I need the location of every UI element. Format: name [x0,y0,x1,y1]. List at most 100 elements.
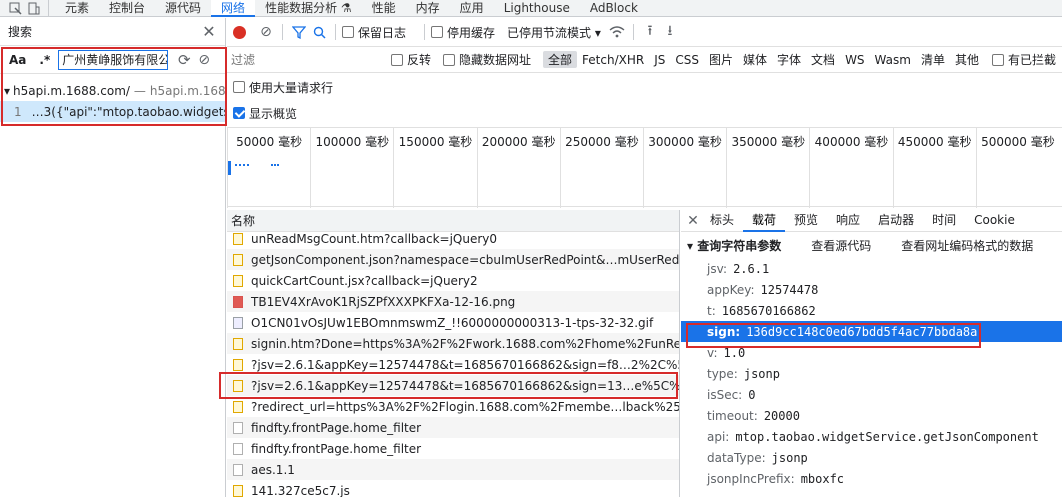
detail-tab-6[interactable]: Cookie [965,210,1024,232]
highlight-box-sign [686,323,981,348]
search-header: 搜索 ✕ [0,18,225,46]
top-tab-3[interactable]: 网络 [211,0,256,17]
record-button[interactable] [233,25,246,39]
network-conditions-icon[interactable] [607,22,627,42]
type-filter-0[interactable]: 全部 [543,51,578,68]
param-value: jsonp [743,366,780,381]
invert-label: 反转 [407,53,432,67]
query-params-header: ▾ 查询字符串参数 查看源代码 查看网址编码格式的数据 [681,232,1062,258]
type-filter-9[interactable]: Wasm [870,53,916,67]
type-filter-10[interactable]: 清单 [916,51,950,68]
request-row[interactable]: findfty.frontPage.home_filter [227,417,679,438]
throttle-select[interactable]: 已停用节流模式 ▾ [507,24,601,41]
top-tab-7[interactable]: 应用 [450,0,494,17]
param-key: dataType: [707,450,766,465]
request-row[interactable]: getJsonComponent.json?namespace=cbuImUse… [227,249,679,270]
detail-tab-4[interactable]: 启动器 [869,210,923,232]
show-overview-checkbox[interactable]: 显示概览 [233,105,297,122]
device-toolbar-icon[interactable] [24,0,42,16]
highlight-box-search [1,47,227,126]
type-filter-8[interactable]: WS [840,53,869,67]
type-filter-6[interactable]: 字体 [772,51,806,68]
timeline-tick: 500000 毫秒 [975,128,1059,208]
preserve-log-checkbox[interactable]: 保留日志 [342,24,406,41]
detail-tabs: ✕ 标头 载荷 预览 响应 启动器 时间 Cookie [681,210,1062,232]
top-tab-4[interactable]: 性能数据分析 ⚗ [255,0,362,17]
request-name: quickCartCount.jsx?callback=jQuery2 [251,273,478,288]
type-filter-7[interactable]: 文档 [806,51,840,68]
type-filter-11[interactable]: 其他 [950,51,984,68]
request-row[interactable]: O1CN01vOsJUw1EBOmnmswmZ_!!6000000000313-… [227,312,679,333]
filter-input[interactable] [231,49,381,70]
blocked-label: 有已拦截 [1007,53,1056,67]
option-row-big-rows: 使用大量请求行 [227,74,1062,100]
request-row[interactable]: findfty.frontPage.home_filter [227,438,679,459]
top-tab-6[interactable]: 内存 [406,0,450,17]
preserve-log-label: 保留日志 [358,25,407,40]
close-icon[interactable]: ✕ [199,22,219,42]
big-request-rows-checkbox[interactable]: 使用大量请求行 [233,79,333,96]
view-encoded-link[interactable]: 查看网址编码格式的数据 [901,237,1033,254]
top-tab-0[interactable]: 元素 [55,0,99,17]
disable-cache-checkbox[interactable]: 停用缓存 [431,24,495,41]
query-param-row[interactable]: t: 1685670166862 [681,300,1062,321]
request-row[interactable]: unReadMsgCount.htm?callback=jQuery0 [227,228,679,249]
type-filter-5[interactable]: 媒体 [738,51,772,68]
query-param-row[interactable]: timeout: 20000 [681,405,1062,426]
filter-icon[interactable] [289,22,309,42]
request-name: O1CN01vOsJUw1EBOmnmswmZ_!!6000000000313-… [251,315,654,330]
close-detail-icon[interactable]: ✕ [685,211,701,231]
query-param-row[interactable]: dataType: jsonp [681,447,1062,468]
request-row[interactable]: aes.1.1 [227,459,679,480]
top-tab-8[interactable]: Lighthouse [494,0,580,17]
detail-tab-0[interactable]: 标头 [701,210,743,232]
blocked-checkbox[interactable]: 有已拦截 [991,51,1056,68]
detail-tab-3[interactable]: 响应 [827,210,869,232]
search-icon[interactable] [309,22,329,42]
request-name: signin.htm?Done=https%3A%2F%2Fwork.1688.… [251,336,679,351]
invert-checkbox[interactable]: 反转 [391,51,431,68]
query-params-title[interactable]: ▾ 查询字符串参数 [687,237,781,254]
name-column-header[interactable]: 名称 [231,212,255,229]
type-filter-3[interactable]: CSS [670,53,704,67]
request-name: aes.1.1 [251,462,295,477]
top-tab-2[interactable]: 源代码 [155,0,211,17]
query-param-row[interactable]: jsv: 2.6.1 [681,258,1062,279]
clear-log-icon[interactable]: ⊘ [256,22,276,42]
hide-data-urls-checkbox[interactable]: 隐藏数据网址 [443,51,531,68]
download-icon[interactable]: ⭳ [660,22,680,42]
timeline-overview[interactable]: 50000 毫秒 100000 毫秒 150000 毫秒 200000 毫秒 25000… [227,127,1062,208]
param-key: timeout: [707,408,758,423]
request-row[interactable]: quickCartCount.jsx?callback=jQuery2 [227,270,679,291]
query-param-row[interactable]: api: mtop.taobao.widgetService.getJsonCom… [681,426,1062,447]
detail-tab-5[interactable]: 时间 [923,210,965,232]
param-key: api: [707,429,730,444]
request-row[interactable]: ?redirect_url=https%3A%2F%2Flogin.1688.c… [227,396,679,417]
top-tab-9[interactable]: AdBlock [580,0,648,17]
timeline-tick: 150000 毫秒 [393,128,476,208]
param-value: mboxfc [800,471,845,486]
request-row[interactable]: signin.htm?Done=https%3A%2F%2Fwork.1688.… [227,333,679,354]
query-param-row[interactable]: type: jsonp [681,363,1062,384]
top-tab-5[interactable]: 性能 [362,0,406,17]
param-value: 1685670166862 [721,303,816,318]
detail-tab-1[interactable]: 载荷 [743,210,786,232]
request-row[interactable]: TB1EV4XrAvoK1RjSZPfXXXPKFXa-12-16.png [227,291,679,312]
type-filter-2[interactable]: JS [649,53,670,67]
upload-icon[interactable]: ⭱ [640,22,660,42]
top-tab-1[interactable]: 控制台 [99,0,155,17]
query-params-list: jsv: 2.6.1 appKey: 12574478 t: 1685670166862 s… [681,258,1062,489]
view-source-link[interactable]: 查看源代码 [811,237,871,254]
query-param-row[interactable]: isSec: 0 [681,384,1062,405]
request-row[interactable]: 141.327ce5c7.js [227,480,679,497]
query-param-row[interactable]: jsonpIncPrefix: mboxfc [681,468,1062,489]
detail-tab-2[interactable]: 预览 [785,210,827,232]
query-param-row[interactable]: appKey: 12574478 [681,279,1062,300]
inspect-element-icon[interactable] [6,0,24,16]
type-filter-1[interactable]: Fetch/XHR [577,53,649,67]
request-name: findfty.frontPage.home_filter [251,441,422,456]
param-value: 12574478 [760,282,819,297]
type-filter-4[interactable]: 图片 [704,51,738,68]
divider [632,24,634,40]
script-file-icon [233,337,243,350]
